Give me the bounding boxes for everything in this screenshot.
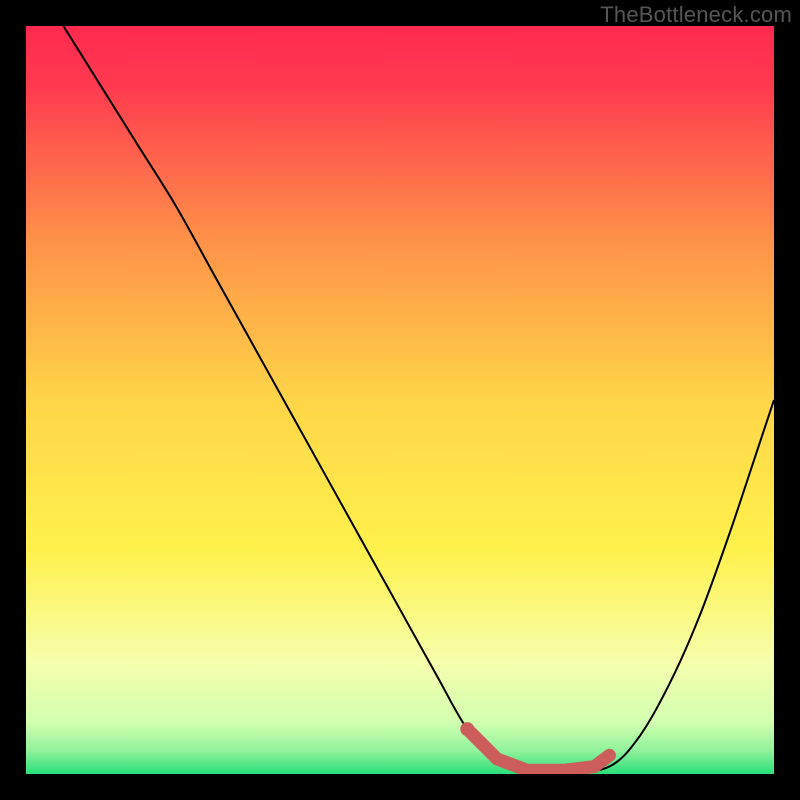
plot-area bbox=[26, 26, 774, 774]
chart-svg bbox=[26, 26, 774, 774]
chart-frame: TheBottleneck.com bbox=[0, 0, 800, 800]
watermark-text: TheBottleneck.com bbox=[600, 2, 792, 28]
gradient-background bbox=[26, 26, 774, 774]
